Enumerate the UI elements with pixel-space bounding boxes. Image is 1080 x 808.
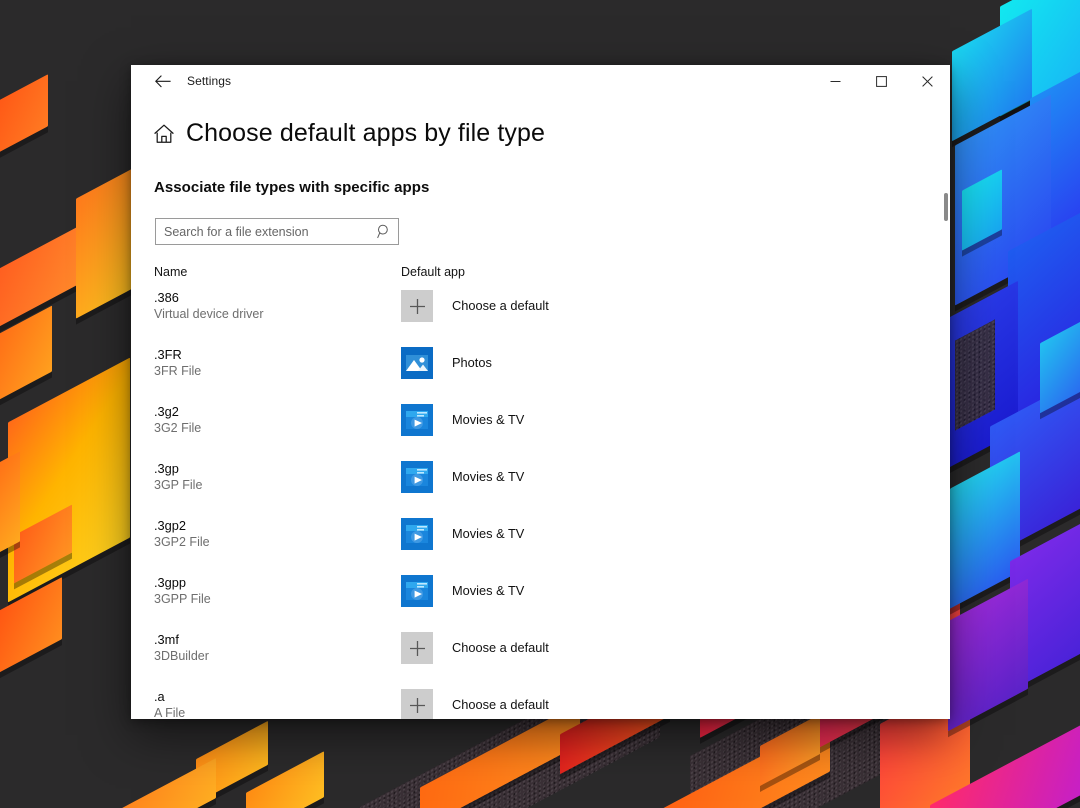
- search-icon[interactable]: [377, 224, 391, 239]
- table-row[interactable]: .3mf 3DBuilder Choose a default: [131, 630, 950, 687]
- table-row[interactable]: .3gpp 3GPP File Movies & TV: [131, 573, 950, 630]
- photos-app-icon[interactable]: [401, 347, 433, 379]
- plus-tile-icon[interactable]: [401, 632, 433, 664]
- page-title: Choose default apps by file type: [186, 119, 545, 148]
- maximize-button[interactable]: [858, 65, 904, 97]
- default-app-label: Movies & TV: [452, 518, 524, 550]
- settings-content: Choose default apps by file type Associa…: [131, 97, 950, 719]
- app-title: Settings: [187, 74, 231, 88]
- file-type-name-cell: .a A File: [154, 687, 401, 719]
- default-app-label: Choose a default: [452, 689, 549, 719]
- table-row[interactable]: .3g2 3G2 File Movies & TV: [131, 402, 950, 459]
- table-row[interactable]: .3gp2 3GP2 File Movies & TV: [131, 516, 950, 573]
- file-extension: .3FR: [154, 347, 401, 363]
- default-app-label: Choose a default: [452, 632, 549, 664]
- settings-window: Settings: [131, 65, 950, 719]
- default-app-cell[interactable]: Photos: [401, 345, 492, 379]
- table-row[interactable]: .a A File Choose a default: [131, 687, 950, 719]
- file-extension: .3gpp: [154, 575, 401, 591]
- default-app-label: Movies & TV: [452, 575, 524, 607]
- movies-tv-app-icon[interactable]: [401, 575, 433, 607]
- minimize-icon: [830, 76, 841, 87]
- file-extension: .3gp2: [154, 518, 401, 534]
- file-extension: .3mf: [154, 632, 401, 648]
- file-type-description: 3GP File: [154, 477, 401, 494]
- file-type-description: 3GPP File: [154, 591, 401, 608]
- default-app-cell[interactable]: Movies & TV: [401, 402, 524, 436]
- default-app-cell[interactable]: Movies & TV: [401, 573, 524, 607]
- default-app-label: Movies & TV: [452, 404, 524, 436]
- file-type-description: A File: [154, 705, 401, 719]
- default-app-label: Choose a default: [452, 290, 549, 322]
- file-extension: .3gp: [154, 461, 401, 477]
- file-type-name-cell: .3mf 3DBuilder: [154, 630, 401, 665]
- default-app-cell[interactable]: Movies & TV: [401, 516, 524, 550]
- movies-tv-app-icon[interactable]: [401, 461, 433, 493]
- desktop-wallpaper: Settings: [0, 0, 1080, 808]
- home-icon[interactable]: [153, 123, 175, 145]
- page-subtitle: Associate file types with specific apps: [154, 179, 950, 196]
- file-type-name-cell: .3FR 3FR File: [154, 345, 401, 380]
- file-type-description: 3GP2 File: [154, 534, 401, 551]
- file-type-description: 3DBuilder: [154, 648, 401, 665]
- file-extension: .3g2: [154, 404, 401, 420]
- search-box[interactable]: [155, 218, 399, 245]
- file-type-list: .386 Virtual device driver Choose a defa…: [131, 288, 950, 719]
- back-arrow-icon: [155, 75, 171, 88]
- vertical-scrollbar[interactable]: [944, 193, 948, 221]
- default-app-cell[interactable]: Choose a default: [401, 630, 549, 664]
- back-button[interactable]: [141, 65, 185, 97]
- file-extension: .386: [154, 290, 401, 306]
- file-type-name-cell: .3g2 3G2 File: [154, 402, 401, 437]
- file-extension: .a: [154, 689, 401, 705]
- wallpaper-block: [0, 74, 48, 167]
- column-header-name: Name: [154, 265, 401, 279]
- table-row[interactable]: .3gp 3GP File Movies & TV: [131, 459, 950, 516]
- file-type-name-cell: .3gp2 3GP2 File: [154, 516, 401, 551]
- minimize-button[interactable]: [812, 65, 858, 97]
- default-app-label: Photos: [452, 347, 492, 379]
- table-row[interactable]: .386 Virtual device driver Choose a defa…: [131, 288, 950, 345]
- table-column-headers: Name Default app: [131, 265, 950, 279]
- file-type-name-cell: .386 Virtual device driver: [154, 288, 401, 323]
- close-icon: [922, 76, 933, 87]
- default-app-label: Movies & TV: [452, 461, 524, 493]
- column-header-default-app: Default app: [401, 265, 465, 279]
- search-input[interactable]: [156, 219, 398, 244]
- file-type-description: 3G2 File: [154, 420, 401, 437]
- file-type-description: 3FR File: [154, 363, 401, 380]
- movies-tv-app-icon[interactable]: [401, 404, 433, 436]
- file-type-description: Virtual device driver: [154, 306, 401, 323]
- table-row[interactable]: .3FR 3FR File Photos: [131, 345, 950, 402]
- file-type-name-cell: .3gp 3GP File: [154, 459, 401, 494]
- page-header: Choose default apps by file type: [153, 119, 950, 148]
- plus-tile-icon[interactable]: [401, 290, 433, 322]
- default-app-cell[interactable]: Movies & TV: [401, 459, 524, 493]
- default-app-cell[interactable]: Choose a default: [401, 687, 549, 719]
- close-button[interactable]: [904, 65, 950, 97]
- default-app-cell[interactable]: Choose a default: [401, 288, 549, 322]
- movies-tv-app-icon[interactable]: [401, 518, 433, 550]
- window-controls: [812, 65, 950, 97]
- file-type-name-cell: .3gpp 3GPP File: [154, 573, 401, 608]
- plus-tile-icon[interactable]: [401, 689, 433, 719]
- maximize-icon: [876, 76, 887, 87]
- window-titlebar[interactable]: Settings: [131, 65, 950, 97]
